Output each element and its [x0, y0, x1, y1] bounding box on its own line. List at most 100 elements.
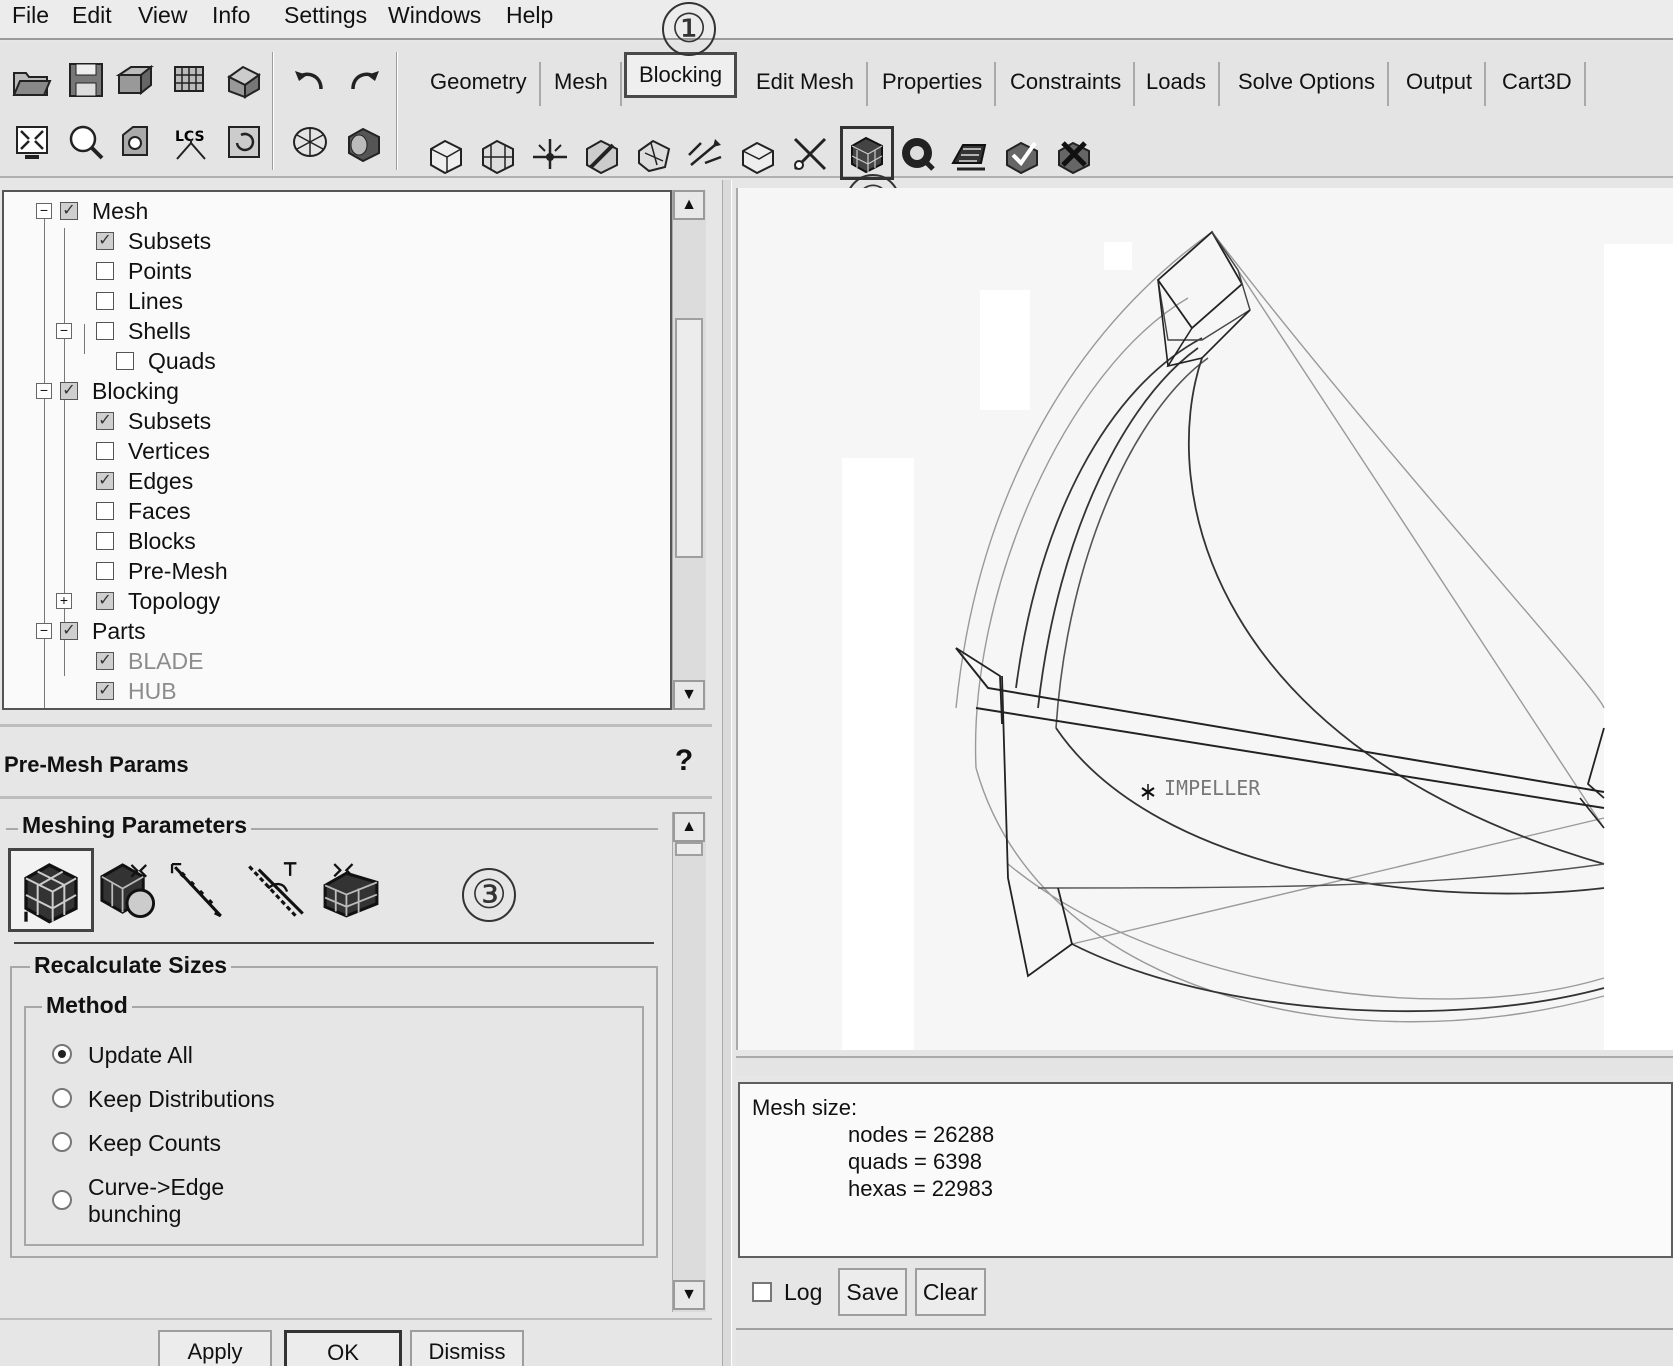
- checkbox-icon[interactable]: ✓: [96, 592, 114, 610]
- edit-edge-icon[interactable]: [786, 130, 834, 178]
- undo-icon[interactable]: [286, 56, 334, 104]
- tab-blocking[interactable]: Blocking: [624, 52, 738, 98]
- graphics-viewport[interactable]: IMPELLER: [736, 188, 1673, 1050]
- split-block-icon[interactable]: [474, 130, 522, 178]
- open-icon[interactable]: [8, 56, 56, 104]
- scroll-up-icon[interactable]: ▲: [673, 812, 705, 842]
- tree-item-quads[interactable]: Quads: [116, 346, 216, 376]
- tree-item-edges[interactable]: ✓ Edges: [96, 466, 193, 496]
- scroll-down-icon[interactable]: ▼: [673, 1280, 705, 1310]
- move-vertex-icon[interactable]: [682, 130, 730, 178]
- tree-item-topology[interactable]: + ✓ Topology: [56, 586, 220, 616]
- pre-mesh-quality-icon[interactable]: [894, 130, 942, 178]
- clear-log-button[interactable]: Clear: [914, 1268, 986, 1316]
- tree-item-blade[interactable]: ✓ BLADE: [96, 646, 203, 676]
- method-curve-edge-bunching[interactable]: Curve->Edge bunching: [52, 1174, 224, 1228]
- checkbox-icon[interactable]: [96, 532, 114, 550]
- tab-properties[interactable]: Properties: [870, 62, 997, 106]
- radio-icon[interactable]: [52, 1088, 72, 1108]
- edit-block-icon[interactable]: [578, 130, 626, 178]
- tree-item-vertices[interactable]: Vertices: [96, 436, 210, 466]
- block-params-icon[interactable]: [8, 848, 94, 932]
- checkbox-icon[interactable]: ✓: [96, 412, 114, 430]
- tab-cart3d[interactable]: Cart3D: [1490, 62, 1586, 106]
- redo-icon[interactable]: [340, 56, 388, 104]
- pre-mesh-params-icon[interactable]: [840, 126, 894, 180]
- save-icon[interactable]: [62, 56, 110, 104]
- tab-loads[interactable]: Loads: [1134, 62, 1220, 106]
- params-scrollbar[interactable]: [672, 812, 706, 1312]
- checkbox-icon[interactable]: ✓: [60, 202, 78, 220]
- checkbox-icon[interactable]: ✓: [96, 472, 114, 490]
- tree-scroll-thumb[interactable]: [675, 318, 703, 558]
- tab-constraints[interactable]: Constraints: [998, 62, 1136, 106]
- tab-edit-mesh[interactable]: Edit Mesh: [744, 62, 868, 106]
- radio-icon[interactable]: [52, 1132, 72, 1152]
- tree-item-blocking[interactable]: − ✓ Blocking: [36, 376, 179, 406]
- pre-mesh-smooth-icon[interactable]: [946, 130, 994, 178]
- solid-icon[interactable]: [340, 118, 388, 166]
- menu-settings[interactable]: Settings: [284, 0, 367, 36]
- associate-icon[interactable]: [630, 130, 678, 178]
- tree-item-hub[interactable]: ✓ HUB: [96, 676, 177, 706]
- tree-item-points[interactable]: Points: [96, 256, 192, 286]
- tab-geometry[interactable]: Geometry: [418, 62, 541, 106]
- tree-item-pre-mesh[interactable]: Pre-Mesh: [96, 556, 228, 586]
- save-log-button[interactable]: Save: [838, 1268, 907, 1316]
- apply-button[interactable]: Apply: [158, 1330, 272, 1366]
- message-window[interactable]: Mesh size: nodes = 26288 quads = 6398 he…: [738, 1082, 1673, 1258]
- scroll-up-icon[interactable]: ▲: [673, 190, 705, 220]
- checkbox-icon[interactable]: [96, 562, 114, 580]
- delete-block-icon[interactable]: [1050, 130, 1098, 178]
- checkbox-icon[interactable]: [96, 442, 114, 460]
- measure-icon[interactable]: [112, 118, 160, 166]
- help-icon[interactable]: ?: [668, 744, 700, 784]
- menu-help[interactable]: Help: [506, 0, 553, 36]
- check-blocks-icon[interactable]: [998, 130, 1046, 178]
- refresh-icon[interactable]: [220, 118, 268, 166]
- tree-item-faces[interactable]: Faces: [96, 496, 191, 526]
- create-block-icon[interactable]: [422, 130, 470, 178]
- radio-icon[interactable]: [52, 1044, 72, 1064]
- tab-solve-options[interactable]: Solve Options: [1226, 62, 1389, 106]
- surface-params-icon[interactable]: [92, 850, 162, 930]
- viewport-divider[interactable]: [736, 1056, 1673, 1076]
- zoom-icon[interactable]: [62, 118, 110, 166]
- log-checkbox[interactable]: [752, 1282, 772, 1302]
- checkbox-icon[interactable]: ✓: [60, 382, 78, 400]
- blocking-load-icon[interactable]: [220, 56, 268, 104]
- collapse-icon[interactable]: −: [56, 323, 72, 339]
- geometry-load-icon[interactable]: [112, 56, 160, 104]
- dismiss-button[interactable]: Dismiss: [410, 1330, 524, 1366]
- fit-window-icon[interactable]: [8, 118, 56, 166]
- wireframe-icon[interactable]: [286, 118, 334, 166]
- method-keep-counts[interactable]: Keep Counts: [52, 1130, 221, 1157]
- menu-info[interactable]: Info: [212, 0, 250, 36]
- menu-edit[interactable]: Edit: [72, 0, 112, 36]
- merge-vertices-icon[interactable]: [526, 130, 574, 178]
- collapse-icon[interactable]: −: [36, 203, 52, 219]
- checkbox-icon[interactable]: ✓: [60, 622, 78, 640]
- checkbox-icon[interactable]: ✓: [96, 232, 114, 250]
- mesh-load-icon[interactable]: [166, 56, 214, 104]
- scroll-down-icon[interactable]: ▼: [673, 680, 705, 710]
- params-scroll-thumb[interactable]: [675, 842, 703, 856]
- lcs-icon[interactable]: LCS: [166, 118, 214, 166]
- tree-item-parts[interactable]: − ✓ Parts: [36, 616, 146, 646]
- checkbox-icon[interactable]: ✓: [96, 682, 114, 700]
- pane-splitter[interactable]: [722, 180, 732, 1366]
- radio-icon[interactable]: [52, 1190, 72, 1210]
- match-edges-icon[interactable]: [236, 850, 316, 930]
- collapse-icon[interactable]: −: [36, 623, 52, 639]
- checkbox-icon[interactable]: [96, 322, 114, 340]
- checkbox-icon[interactable]: [96, 262, 114, 280]
- menu-view[interactable]: View: [138, 0, 187, 36]
- transform-blocks-icon[interactable]: [734, 130, 782, 178]
- tree-item-lines[interactable]: Lines: [96, 286, 183, 316]
- tab-output[interactable]: Output: [1394, 62, 1487, 106]
- checkbox-icon[interactable]: [116, 352, 134, 370]
- tab-mesh[interactable]: Mesh: [542, 62, 622, 106]
- tree-item-blocking-subsets[interactable]: ✓ Subsets: [96, 406, 211, 436]
- method-update-all[interactable]: Update All: [52, 1042, 193, 1069]
- method-keep-distributions[interactable]: Keep Distributions: [52, 1086, 275, 1113]
